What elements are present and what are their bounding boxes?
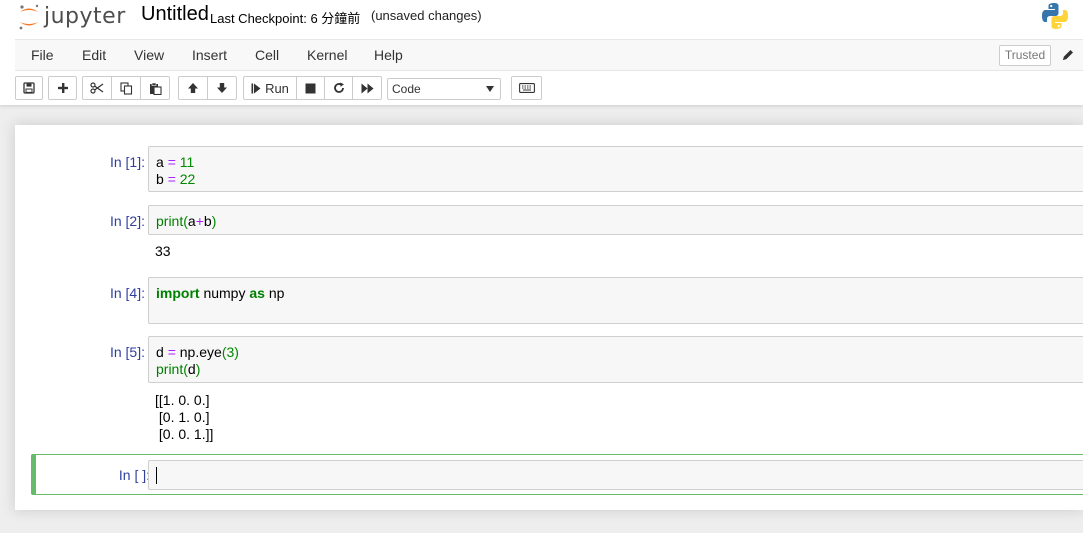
stop-icon	[305, 83, 316, 93]
input-prompt: In [2]:	[109, 213, 145, 229]
code-line: print(a+b)	[156, 213, 217, 229]
trusted-indicator[interactable]: Trusted	[999, 45, 1051, 66]
notebook-title[interactable]: Untitled	[141, 3, 209, 26]
cut-icon	[90, 82, 104, 94]
fast-forward-icon	[361, 83, 373, 93]
jupyter-logo-icon	[19, 4, 39, 30]
code-line: b = 22	[156, 171, 196, 187]
run-button[interactable]: Run	[243, 76, 297, 100]
input-prompt: In [5]:	[109, 344, 145, 360]
paste-button[interactable]	[140, 76, 170, 100]
code-line: a = 11	[156, 154, 195, 170]
save-icon	[23, 82, 35, 94]
restart-run-all-button[interactable]	[352, 76, 382, 100]
menu-kernel[interactable]: Kernel	[307, 40, 347, 70]
keyboard-icon	[518, 83, 535, 93]
insert-cell-button[interactable]	[48, 76, 77, 100]
code-line: import numpy as np	[156, 285, 285, 301]
jupyter-wordmark: jupyter	[44, 3, 126, 29]
input-prompt: In [ ]:	[118, 467, 150, 483]
cell-output-line: [0. 1. 0.]	[155, 409, 210, 425]
menubar: File Edit View Insert Cell Kernel Help T…	[15, 39, 1083, 71]
copy-button[interactable]	[111, 76, 141, 100]
jupyter-logo[interactable]: jupyter	[18, 2, 126, 32]
arrow-up-icon	[188, 83, 198, 93]
cell-type-select[interactable]: Code	[387, 78, 501, 100]
restart-icon	[333, 82, 344, 93]
cell-input[interactable]: a = 11 b = 22	[148, 146, 1083, 192]
interrupt-button[interactable]	[296, 76, 325, 100]
cell-output-line: [[1. 0. 0.]	[155, 392, 210, 408]
chevron-down-icon	[486, 86, 494, 92]
paste-icon	[149, 82, 162, 95]
input-prompt: In [4]:	[109, 285, 145, 301]
plus-icon	[57, 83, 68, 93]
cell-input[interactable]: d = np.eye(3) print(d)	[148, 336, 1083, 383]
cut-button[interactable]	[82, 76, 112, 100]
arrow-down-icon	[217, 83, 227, 93]
menu-file[interactable]: File	[31, 40, 54, 70]
toolbar: Run Code	[15, 76, 1083, 100]
copy-icon	[119, 81, 132, 95]
menu-view[interactable]: View	[134, 40, 164, 70]
python-logo-icon	[1042, 3, 1068, 29]
menu-cell[interactable]: Cell	[255, 40, 279, 70]
save-button[interactable]	[15, 76, 43, 100]
menu-edit[interactable]: Edit	[82, 40, 106, 70]
checkpoint-status: Last Checkpoint: 6 分鐘前	[210, 11, 361, 26]
cell-input[interactable]	[148, 460, 1083, 490]
selected-code-cell[interactable]: In [ ]:	[31, 454, 1083, 495]
code-line: d = np.eye(3)	[156, 344, 239, 360]
cell-output-line: [0. 0. 1.]]	[155, 426, 214, 442]
menu-help[interactable]: Help	[374, 40, 403, 70]
pencil-icon[interactable]	[1061, 48, 1075, 62]
text-cursor	[156, 467, 157, 484]
autosave-status: (unsaved changes)	[371, 8, 482, 23]
input-prompt: In [1]:	[109, 154, 145, 170]
run-label: Run	[265, 80, 289, 96]
menu-insert[interactable]: Insert	[192, 40, 227, 70]
move-up-button[interactable]	[178, 76, 208, 100]
header: jupyter Untitled Last Checkpoint: 6 分鐘前 …	[0, 0, 1083, 105]
cell-input[interactable]: print(a+b)	[148, 205, 1083, 235]
move-down-button[interactable]	[207, 76, 237, 100]
command-palette-button[interactable]	[511, 76, 542, 100]
code-line: print(d)	[156, 361, 201, 377]
cell-type-value: Code	[392, 82, 421, 96]
cell-output: 33	[155, 243, 171, 259]
cell-input[interactable]: import numpy as np	[148, 277, 1083, 324]
step-forward-icon	[251, 83, 261, 93]
restart-button[interactable]	[324, 76, 353, 100]
notebook-container: In [1]: a = 11 b = 22 In [2]: print(a+b)…	[15, 125, 1083, 510]
